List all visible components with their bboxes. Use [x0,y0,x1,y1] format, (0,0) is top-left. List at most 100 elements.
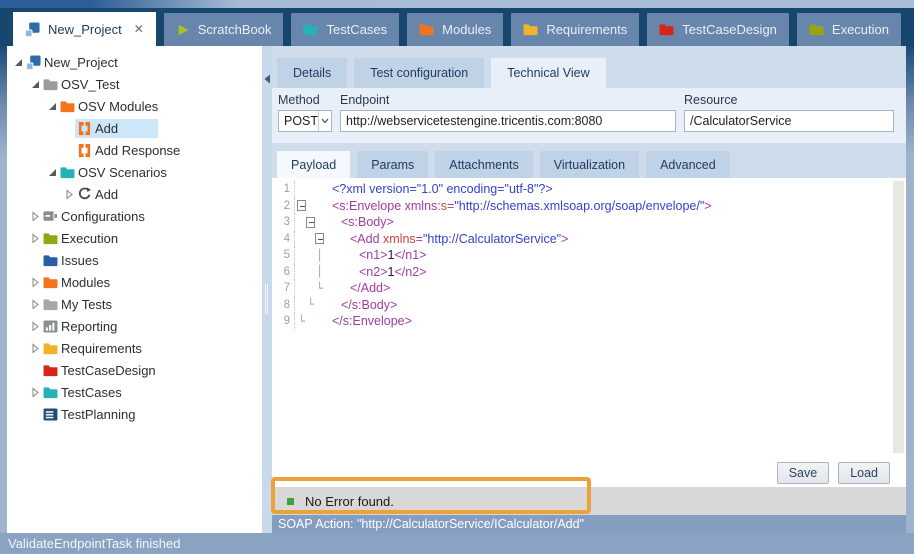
code-line: 3 <s:Body> [272,214,906,231]
expander-collapsed-icon[interactable] [28,299,41,309]
tree-item-content[interactable]: Add Response [75,141,184,160]
tree-item-content[interactable]: Reporting [41,317,121,336]
tree-item-osv-modules[interactable]: OSV Modules [7,95,262,117]
tree-item-execution[interactable]: Execution [7,227,262,249]
code-text: <Add xmlns="http://CalculatorService"> [326,232,568,246]
tree-item-my-tests[interactable]: My Tests [7,293,262,315]
payload-tab-attachments[interactable]: Attachments [435,151,532,178]
expander-expanded-icon[interactable] [45,167,58,177]
tree-item-osv-test[interactable]: OSV_Test [7,73,262,95]
close-icon[interactable]: ✕ [134,22,144,36]
tree-item-content[interactable]: OSV Scenarios [58,163,171,182]
fold-column: │ [294,247,326,264]
folder-icon [43,232,61,245]
tree-item-testcases[interactable]: TestCases [7,381,262,403]
payload-tab-payload[interactable]: Payload [277,151,350,178]
save-button[interactable]: Save [777,462,830,484]
folder-icon [60,100,78,113]
method-select[interactable]: POST [278,110,332,132]
tree-item-add-response[interactable]: Add Response [7,139,262,161]
collapse-panel-icon[interactable] [263,72,271,90]
tree-item-modules[interactable]: Modules [7,271,262,293]
tree-item-configurations[interactable]: Configurations [7,205,262,227]
tree-item-new-project[interactable]: New_Project [7,51,262,73]
fold-column: └ [294,297,326,314]
tree-splitter[interactable] [262,46,272,533]
splitter-grip[interactable] [265,284,268,314]
endpoint-input[interactable] [340,110,676,132]
tree-item-content[interactable]: OSV_Test [41,75,124,94]
tab-technical-view[interactable]: Technical View [491,58,605,88]
expander-expanded-icon[interactable] [28,79,41,89]
expander-expanded-icon[interactable] [45,101,58,111]
expander-expanded-icon[interactable] [11,57,24,67]
tree-item-content[interactable]: Add [75,119,158,138]
resource-input[interactable] [684,110,894,132]
tab-execution[interactable]: Execution [797,13,901,46]
fold-collapse-icon[interactable] [297,198,306,215]
tab-test-configuration[interactable]: Test configuration [354,58,484,88]
tree-item-content[interactable]: My Tests [41,295,116,314]
code-text: <s:Body> [326,215,394,229]
fold-spacer [297,280,306,297]
editor-scrollbar[interactable] [893,181,904,453]
expander-collapsed-icon[interactable] [28,277,41,287]
tab-scratchbook[interactable]: ScratchBook [164,13,284,46]
tree-item-content[interactable]: TestCaseDesign [41,361,160,380]
payload-tab-params[interactable]: Params [357,151,428,178]
tab-details[interactable]: Details [277,58,347,88]
line-number: 3 [272,216,294,228]
tree-item-requirements[interactable]: Requirements [7,337,262,359]
tree-item-label: Modules [61,275,110,290]
chevron-down-icon[interactable] [318,111,331,131]
line-number: 7 [272,282,294,294]
tab-testcasedesign[interactable]: TestCaseDesign [647,13,789,46]
tree-item-content[interactable]: TestCases [41,383,126,402]
expander-collapsed-icon[interactable] [28,321,41,331]
code-text: <n2>1</n2> [326,265,426,279]
tree-item-content[interactable]: Execution [41,229,122,248]
expander-collapsed-icon[interactable] [28,387,41,397]
payload-tab-virtualization[interactable]: Virtualization [540,151,639,178]
tree-item-issues[interactable]: Issues [7,249,262,271]
tab-requirements[interactable]: Requirements [511,13,639,46]
expander-collapsed-icon[interactable] [28,343,41,353]
tree-item-label: Execution [61,231,118,246]
tree-item-osv-scenarios[interactable]: OSV Scenarios [7,161,262,183]
tree-item-content[interactable]: Requirements [41,339,146,358]
payload-editor[interactable]: 1<?xml version="1.0" encoding="utf-8"?>2… [272,178,906,487]
fold-spacer [306,280,315,297]
fold-spacer [297,264,306,281]
tree-item-content[interactable]: TestPlanning [41,405,139,424]
tab-label: Execution [832,22,889,37]
code-text: </s:Envelope> [326,314,412,328]
line-number: 6 [272,266,294,278]
project-icon [25,22,40,37]
tab-testcases[interactable]: TestCases [291,13,399,46]
tree-item-content[interactable]: OSV Modules [58,97,162,116]
load-button[interactable]: Load [838,462,890,484]
tree-item-content[interactable]: Issues [41,251,103,270]
tree-item-label: New_Project [44,55,118,70]
payload-tab-advanced[interactable]: Advanced [646,151,730,178]
expander-collapsed-icon[interactable] [28,211,41,221]
tree-item-content[interactable]: Add [75,185,122,204]
tab-new-project[interactable]: New_Project✕ [13,12,156,46]
tree-item-testcasedesign[interactable]: TestCaseDesign [7,359,262,381]
code-line: 5│<n1>1</n1> [272,247,906,264]
tree-item-add[interactable]: Add [7,183,262,205]
tree-item-label: OSV Scenarios [78,165,167,180]
tree-item-reporting[interactable]: Reporting [7,315,262,337]
tree-item-content[interactable]: Configurations [41,207,149,226]
project-tree: New_Project OSV_Test OSV Modules Add Add Res… [7,46,262,533]
tree-item-content[interactable]: Modules [41,273,114,292]
tab-modules[interactable]: Modules [407,13,503,46]
tree-item-label: TestCaseDesign [61,363,156,378]
expander-collapsed-icon[interactable] [28,233,41,243]
tree-item-add[interactable]: Add [7,117,262,139]
fold-collapse-icon[interactable] [306,214,315,231]
tree-item-testplanning[interactable]: TestPlanning [7,403,262,425]
fold-collapse-icon[interactable] [315,231,324,248]
expander-collapsed-icon[interactable] [62,189,75,199]
tree-item-content[interactable]: New_Project [24,53,122,72]
